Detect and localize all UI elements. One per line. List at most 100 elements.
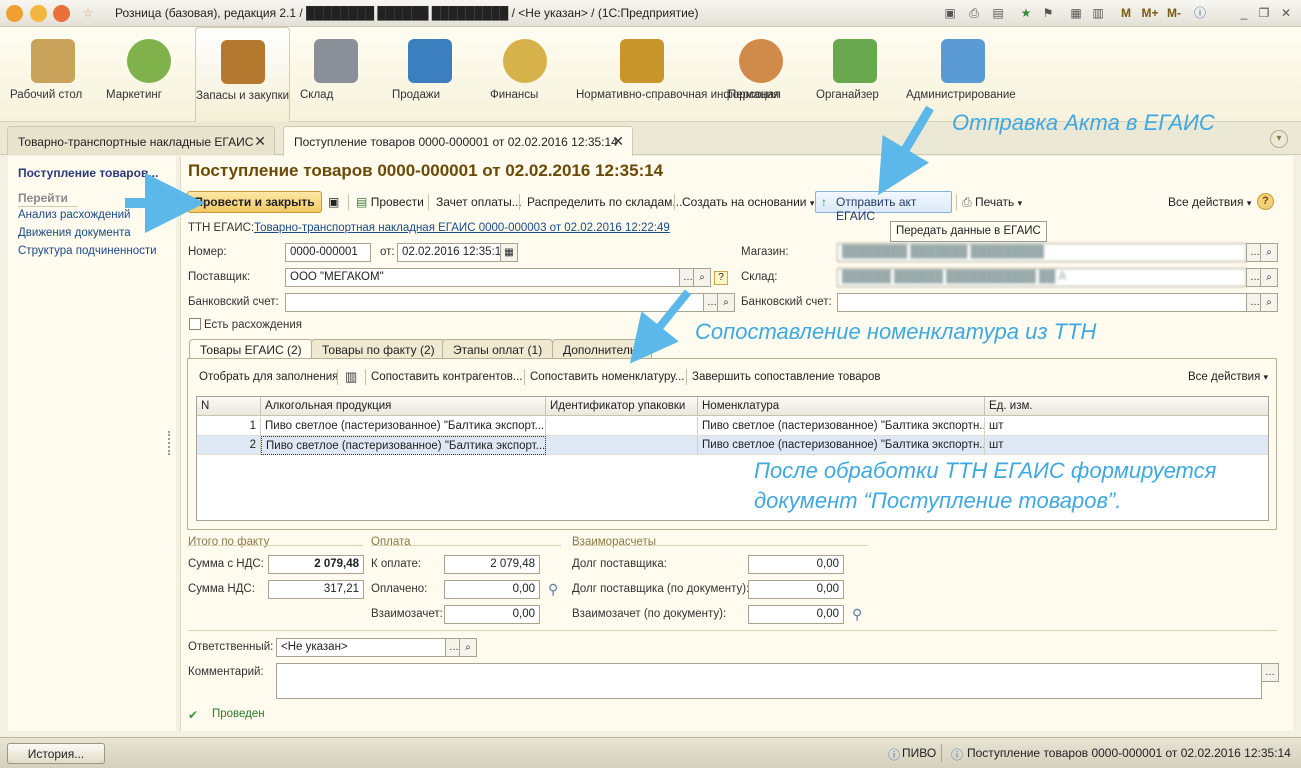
cell-n[interactable]: 2 <box>197 436 261 455</box>
tab-egais-ttn-list[interactable]: Товарно-транспортные накладные ЕГАИС ✕ <box>7 126 275 155</box>
store-field[interactable]: ████████ ███████ █████████ <box>837 243 1247 262</box>
nav-current[interactable]: Поступление товаров... <box>18 166 158 180</box>
save-icon[interactable]: ▣ <box>328 192 339 213</box>
chevron-down-icon[interactable]: ▾ <box>1270 130 1288 148</box>
section-sales[interactable]: Продажи <box>392 27 468 122</box>
post-and-close-button[interactable]: Провести и закрыть <box>187 191 322 213</box>
history-button[interactable]: История... <box>7 743 105 764</box>
cell-n[interactable]: 1 <box>197 417 261 436</box>
memory-plus-button[interactable]: M+ <box>1140 5 1160 21</box>
info-icon[interactable]: ⓘ <box>1192 5 1208 21</box>
section-desktop[interactable]: Рабочий стол <box>10 27 96 122</box>
tab-payment-stages[interactable]: Этапы оплат (1) <box>442 339 554 359</box>
memory-button[interactable]: M <box>1118 5 1134 21</box>
barcode-icon[interactable]: ▥ <box>345 369 357 385</box>
finish-matching-button[interactable]: Завершить сопоставление товаров <box>692 371 881 383</box>
ttn-link[interactable]: Товарно-транспортная накладная ЕГАИС 000… <box>254 222 670 234</box>
help-icon[interactable]: ? <box>1257 193 1274 210</box>
cell-product[interactable]: Пиво светлое (пастеризованное) "Балтика … <box>261 417 546 436</box>
status-item-document[interactable]: Поступление товаров 0000-000001 от 02.02… <box>967 746 1291 760</box>
help-icon[interactable]: ? <box>714 271 728 285</box>
minimize-icon[interactable]: _ <box>1236 5 1252 21</box>
close-tab-icon[interactable]: ✕ <box>254 133 266 150</box>
search-icon[interactable]: ⌕ <box>1260 293 1278 312</box>
home-icon[interactable] <box>53 5 70 22</box>
grid-all-actions-button[interactable]: Все действия ▾ <box>1188 371 1268 383</box>
warehouse-field[interactable]: ██████ ██████ ███████████ ██ А <box>837 268 1247 287</box>
tab-actual-goods[interactable]: Товары по факту (2) <box>311 339 446 359</box>
status-item-beer[interactable]: ПИВО <box>902 746 936 760</box>
splitter-handle[interactable] <box>168 431 172 455</box>
memory-minus-button[interactable]: M- <box>1164 5 1184 21</box>
nav-item-movements[interactable]: Движения документа <box>18 227 131 239</box>
number-field[interactable]: 0000-000001 <box>285 243 371 262</box>
select-fill-button[interactable]: Отобрать для заполнения <box>199 371 338 383</box>
cell-product[interactable]: Пиво светлое (пастеризованное) "Балтика … <box>261 436 546 455</box>
cell-nomenclature[interactable]: Пиво светлое (пастеризованное) "Балтика … <box>698 436 985 455</box>
send-egais-act-button[interactable]: ↑ Отправить акт ЕГАИС <box>815 191 952 223</box>
responsible-field[interactable]: <Не указан> <box>276 638 446 657</box>
bookmark-icon[interactable]: ⚑ <box>1040 5 1056 21</box>
section-finance[interactable]: Финансы <box>490 27 560 122</box>
search-icon[interactable]: ⚲ <box>852 606 862 623</box>
search-icon[interactable]: ⌕ <box>693 268 711 287</box>
search-icon[interactable]: ⌕ <box>1260 268 1278 287</box>
section-warehouse[interactable]: Склад <box>300 27 372 122</box>
cell-nomenclature[interactable]: Пиво светлое (пастеризованное) "Балтика … <box>698 417 985 436</box>
close-icon[interactable]: ✕ <box>1278 5 1294 21</box>
nav-item-analysis[interactable]: Анализ расхождений <box>18 209 130 221</box>
section-admin[interactable]: Администрирование <box>906 27 1020 122</box>
section-personnel[interactable]: Персонал <box>728 27 794 122</box>
save-icon[interactable]: ▣ <box>942 5 958 21</box>
section-marketing[interactable]: Маркетинг <box>106 27 192 122</box>
cell-unit[interactable]: шт <box>985 436 1268 455</box>
post-button[interactable]: ▤ Провести <box>356 192 424 213</box>
cell-package-id[interactable] <box>546 436 698 455</box>
bank-account-field[interactable] <box>285 293 704 312</box>
preview-icon[interactable]: ▤ <box>990 5 1006 21</box>
payment-offset-button[interactable]: Зачет оплаты... <box>436 192 522 213</box>
calendar-icon[interactable]: ▥ <box>1090 5 1106 21</box>
search-icon[interactable]: ⌕ <box>717 293 735 312</box>
comment-field[interactable] <box>276 663 1262 699</box>
discrepancies-checkbox[interactable] <box>189 318 201 330</box>
separator <box>428 194 429 210</box>
section-stock-purchases[interactable]: Запасы и закупки <box>195 27 290 122</box>
cell-package-id[interactable] <box>546 417 698 436</box>
distribute-button[interactable]: Распределить по складам... <box>527 192 682 213</box>
favorite-add-icon[interactable]: ★ <box>1018 5 1034 21</box>
cell-unit[interactable]: шт <box>985 417 1268 436</box>
column-header-unit[interactable]: Ед. изм. <box>985 397 1268 416</box>
app-logo-icon[interactable] <box>6 5 23 22</box>
restore-icon[interactable]: ❐ <box>1256 5 1272 21</box>
tab-egais-goods[interactable]: Товары ЕГАИС (2) <box>189 339 313 360</box>
match-partners-button[interactable]: Сопоставить контрагентов... <box>371 371 522 383</box>
calculator-icon[interactable]: ▦ <box>1068 5 1084 21</box>
column-header-nomenclature[interactable]: Номенклатура <box>698 397 985 416</box>
match-nomenclature-button[interactable]: Сопоставить номенклатуру... <box>530 371 684 383</box>
nav-item-structure[interactable]: Структура подчиненности <box>18 245 157 257</box>
column-header-package-id[interactable]: Идентификатор упаковки <box>546 397 698 416</box>
close-tab-icon[interactable]: ✕ <box>612 133 624 150</box>
tab-additional[interactable]: Дополнительно <box>552 339 652 359</box>
search-icon[interactable]: ⌕ <box>459 638 477 657</box>
offset-doc-label: Взаимозачет (по документу): <box>572 608 727 620</box>
menu-icon[interactable] <box>30 5 47 22</box>
column-header-n[interactable]: N <box>197 397 261 416</box>
section-organizer[interactable]: Органайзер <box>816 27 894 122</box>
date-field[interactable]: 02.02.2016 12:35:14 <box>397 243 501 262</box>
calendar-icon[interactable]: ▦ <box>500 243 518 262</box>
select-button[interactable]: … <box>1261 663 1279 682</box>
all-actions-button[interactable]: Все действия ▾ <box>1168 192 1251 213</box>
search-icon[interactable]: ⚲ <box>548 581 558 598</box>
bank-account-2-field[interactable] <box>837 293 1247 312</box>
column-header-product[interactable]: Алкогольная продукция <box>261 397 546 416</box>
print-button[interactable]: ⎙ Печать ▾ <box>962 192 1022 213</box>
supplier-field[interactable]: ООО "МЕГАКОМ" <box>285 268 680 287</box>
print-icon[interactable]: ⎙ <box>966 5 982 21</box>
star-icon[interactable]: ☆ <box>80 5 96 21</box>
section-reference[interactable]: Нормативно-справочная информация <box>576 27 779 122</box>
create-based-button[interactable]: Создать на основании ▾ <box>682 192 814 213</box>
tab-goods-receipt[interactable]: Поступление товаров 0000-000001 от 02.02… <box>283 126 633 156</box>
search-icon[interactable]: ⌕ <box>1260 243 1278 262</box>
